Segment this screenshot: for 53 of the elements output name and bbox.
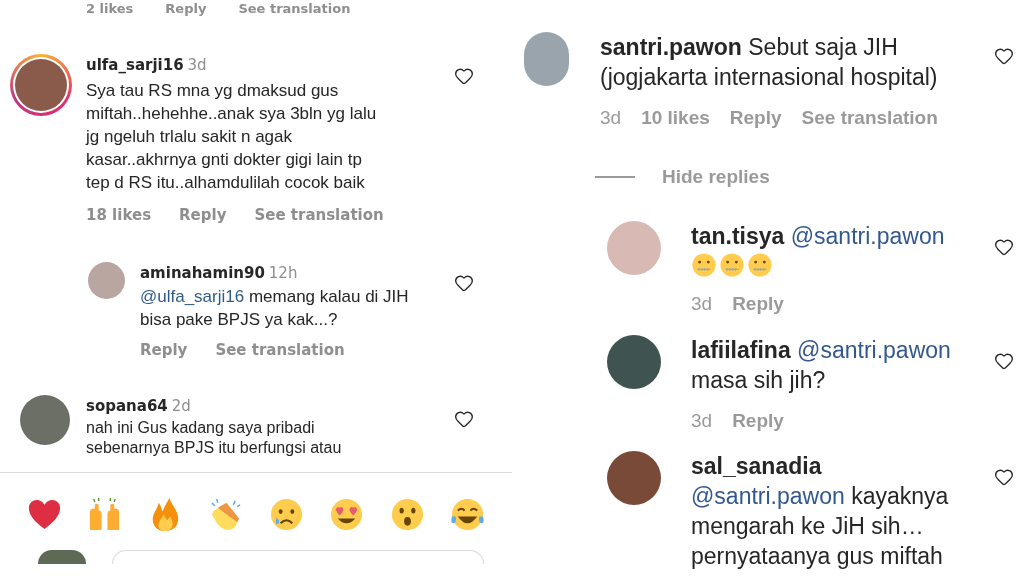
likes-count-link[interactable]: 2 likes: [86, 1, 134, 16]
comment-action-link[interactable]: Reply: [729, 104, 782, 133]
tears-of-joy-emoji-icon[interactable]: [449, 497, 485, 532]
timestamp: 2d: [171, 396, 191, 417]
timestamp: 3d: [691, 408, 713, 433]
mention-link[interactable]: @santri.pawon: [797, 336, 951, 363]
comment-action-link[interactable]: Reply: [732, 406, 784, 435]
heart-outline-icon[interactable]: [454, 409, 474, 429]
timestamp: 12h: [268, 263, 298, 284]
avatar-photo: [38, 550, 86, 564]
likes-count-link[interactable]: 10 likes: [641, 104, 710, 133]
username-link[interactable]: tan.tisya: [691, 223, 785, 249]
heart-eyes-emoji-icon[interactable]: [329, 497, 365, 532]
heart-outline-icon[interactable]: [454, 273, 474, 293]
heart-outline-icon[interactable]: [454, 66, 474, 86]
surprised-emoji-icon[interactable]: [389, 497, 425, 532]
comment-text: santri.pawon Sebut saja JIH (jogjakarta internasional hospital): [600, 33, 939, 92]
comment-text: nah ini Gus kadang saya pribadi sebenarnya BPJS itu berfungsi atau: [86, 417, 343, 458]
timestamp: 3d: [691, 292, 713, 316]
avatar-photo[interactable]: [607, 451, 661, 505]
username-link[interactable]: lafiilafina: [691, 336, 791, 363]
heart-emoji-icon[interactable]: [27, 497, 62, 532]
mention-link[interactable]: @santri.pawon: [790, 223, 945, 249]
comment-action-link[interactable]: Reply: [732, 290, 784, 319]
timestamp: 3d: [600, 106, 622, 130]
username-link[interactable]: ulfa_sarji16: [86, 54, 184, 77]
mention-link[interactable]: @santri.pawon: [691, 483, 845, 509]
timestamp: 3d: [187, 55, 207, 76]
heart-outline-icon[interactable]: [994, 237, 1014, 257]
comment-action-link[interactable]: Reply: [179, 203, 227, 226]
avatar-photo[interactable]: [607, 334, 661, 389]
comment-action-link[interactable]: See translation: [801, 104, 938, 133]
username-link[interactable]: sopana64: [86, 395, 168, 418]
avatar-photo[interactable]: [20, 395, 70, 445]
comment-action-link[interactable]: Reply: [165, 1, 207, 16]
likes-count-link[interactable]: 18 likes: [86, 203, 152, 226]
username-link[interactable]: aminahamin90: [140, 262, 265, 285]
comment-action-link[interactable]: Reply: [140, 338, 188, 361]
heart-outline-icon[interactable]: [994, 46, 1014, 66]
heart-outline-icon[interactable]: [994, 467, 1014, 487]
comment-action-link[interactable]: See translation: [238, 1, 351, 16]
crying-emoji-icon[interactable]: [268, 497, 304, 532]
reply-text: @ulfa_sarji16 memang kalau di JIH bisa pake BPJS ya kak...?: [140, 285, 410, 331]
avatar-photo: [15, 59, 67, 111]
hide-replies-link[interactable]: Hide replies: [662, 162, 770, 191]
mention-link[interactable]: @ulfa_sarji16: [140, 286, 245, 306]
comment-text: Sya tau RS mna yg dmaksud gus miftah..hehehhe..anak sya 3bln yg lalu jg ngeluh trlalu sakit n agak kasar..akhrnya gnti dokter gigi lain tp tep d RS itu..alhamdulilah cocok baik: [86, 79, 378, 194]
reply-text: sal_sanadia @santri.pawon kayaknya mengarah ke JiH sih… pernyataanya gus miftah: [691, 452, 950, 571]
username-link[interactable]: sal_sanadia: [691, 453, 822, 479]
comment-action-link[interactable]: See translation: [254, 203, 384, 226]
reply-text: lafiilafina @santri.pawon masa sih jih?: [691, 335, 952, 395]
username-link[interactable]: santri.pawon: [600, 34, 742, 60]
comment-action-link[interactable]: See translation: [215, 338, 345, 361]
